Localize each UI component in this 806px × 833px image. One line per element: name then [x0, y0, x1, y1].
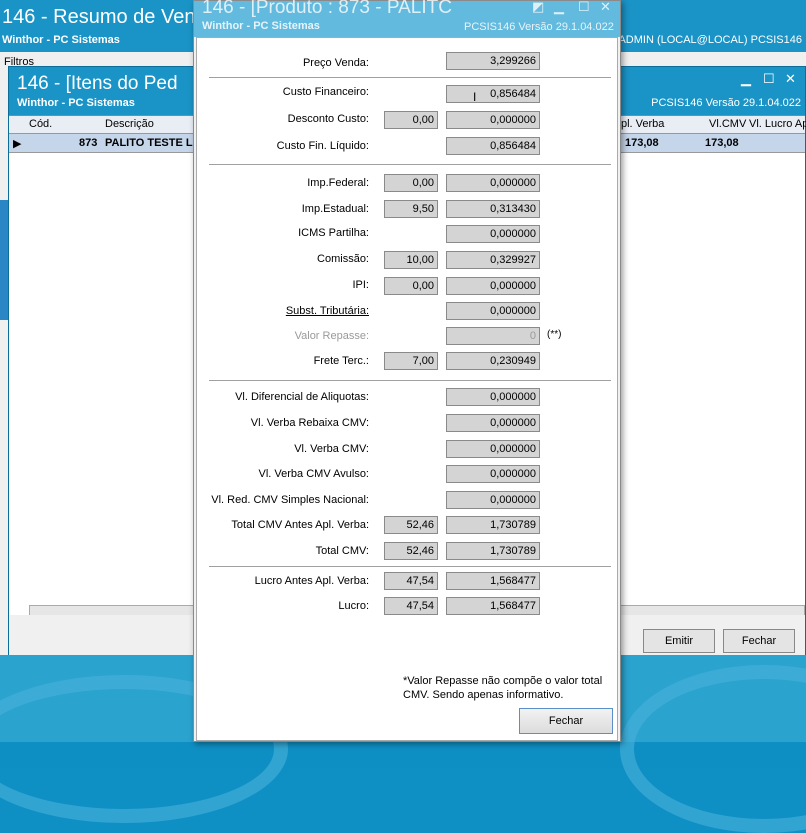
pin-icon[interactable]: ◩ [532, 0, 544, 15]
emitir-button[interactable]: Emitir [643, 629, 715, 653]
imp-estadual-label: Imp.Estadual: [301, 203, 369, 215]
column-header-apl-verba[interactable]: pl. Verba [621, 118, 664, 130]
dialog-version: PCSIS146 Versão 29.1.04.022 [464, 21, 614, 33]
comissao-label: Comissão: [317, 253, 369, 265]
total-cmv-antes-label: Total CMV Antes Apl. Verba: [231, 519, 369, 531]
imp-federal-pct-field: 0,00 [384, 174, 438, 192]
comissao-pct-field: 10,00 [384, 251, 438, 269]
row-indicator-icon: ▶ [13, 138, 22, 150]
icms-partilha-field: 0,000000 [446, 225, 540, 243]
separator [209, 77, 611, 78]
lucro-pct-field: 47,54 [384, 597, 438, 615]
subst-tributaria-field: 0,000000 [446, 302, 540, 320]
separator [209, 164, 611, 165]
vl-verba-cmv-avulso-field: 0,000000 [446, 465, 540, 483]
window-title: 146 - Resumo de Ven [2, 6, 196, 28]
frete-terc-pct-field: 7,00 [384, 352, 438, 370]
minimize-icon[interactable]: ▁ [741, 71, 751, 87]
ipi-label: IPI: [352, 279, 369, 291]
total-cmv-pct-field: 52,46 [384, 542, 438, 560]
lucro-antes-label: Lucro Antes Apl. Verba: [254, 575, 369, 587]
vl-verba-cmv-avulso-label: Vl. Verba CMV Avulso: [258, 468, 369, 480]
vl-red-cmv-label: Vl. Red. CMV Simples Nacional: [211, 494, 369, 506]
valor-repasse-label: Valor Repasse: [294, 330, 369, 342]
produto-dialog: 146 - [Produto : 873 - PALITC Winthor - … [193, 0, 621, 742]
custo-financeiro-label: Custo Financeiro: [282, 86, 369, 98]
window-user-info: ADMIN (LOCAL@LOCAL) PCSIS146 [618, 34, 802, 46]
ipi-pct-field: 0,00 [384, 277, 438, 295]
vl-verba-rebaixa-label: Vl. Verba Rebaixa CMV: [250, 417, 369, 429]
window-title: 146 - [Itens do Ped [17, 73, 178, 94]
row-vl-cmv: 173,08 [705, 137, 739, 149]
vl-dif-aliquotas-field: 0,000000 [446, 388, 540, 406]
column-header-descricao[interactable]: Descrição [105, 118, 154, 130]
custo-fin-liquido-field: 0,856484 [446, 137, 540, 155]
maximize-icon[interactable]: ☐ [578, 0, 590, 15]
vl-red-cmv-field: 0,000000 [446, 491, 540, 509]
repasse-footnote: *Valor Repasse não compõe o valor total … [403, 675, 603, 701]
dialog-title: 146 - [Produto : 873 - PALITC [202, 0, 452, 18]
comissao-field: 0,329927 [446, 251, 540, 269]
vl-verba-cmv-field: 0,000000 [446, 440, 540, 458]
separator [209, 380, 611, 381]
desconto-custo-field: 0,000000 [446, 111, 540, 129]
vl-dif-aliquotas-label: Vl. Diferencial de Aliquotas: [235, 391, 369, 403]
dialog-titlebar[interactable]: 146 - [Produto : 873 - PALITC Winthor - … [194, 0, 620, 37]
window-version: PCSIS146 Versão 29.1.04.022 [651, 97, 801, 109]
column-header-vl-cmv[interactable]: Vl.CMV [709, 118, 746, 130]
fechar-button[interactable]: Fechar [723, 629, 795, 653]
frete-terc-label: Frete Terc.: [313, 355, 369, 367]
imp-federal-field: 0,000000 [446, 174, 540, 192]
valor-repasse-field: 0 [446, 327, 540, 345]
total-cmv-label: Total CMV: [315, 545, 369, 557]
window-subtitle: Winthor - PC Sistemas [2, 34, 120, 46]
vl-verba-rebaixa-field: 0,000000 [446, 414, 540, 432]
imp-federal-label: Imp.Federal: [307, 177, 369, 189]
total-cmv-antes-field: 1,730789 [446, 516, 540, 534]
window-subtitle: Winthor - PC Sistemas [17, 97, 135, 109]
close-icon[interactable]: ✕ [600, 0, 611, 15]
lucro-antes-field: 1,568477 [446, 572, 540, 590]
row-descricao: PALITO TESTE LA [105, 137, 201, 149]
text-cursor-icon: I [473, 90, 477, 104]
row-apl-verba: 173,08 [625, 137, 659, 149]
ipi-field: 0,000000 [446, 277, 540, 295]
icms-partilha-label: ICMS Partilha: [298, 227, 369, 239]
minimize-icon[interactable]: ▁ [554, 0, 564, 15]
total-cmv-antes-pct-field: 52,46 [384, 516, 438, 534]
desconto-custo-pct-field: 0,00 [384, 111, 438, 129]
maximize-icon[interactable]: ☐ [763, 71, 775, 87]
frete-terc-field: 0,230949 [446, 352, 540, 370]
imp-estadual-field: 0,313430 [446, 200, 540, 218]
desconto-custo-label: Desconto Custo: [287, 113, 369, 125]
column-header-cod[interactable]: Cód. [29, 118, 52, 130]
separator [209, 566, 611, 567]
dialog-subtitle: Winthor - PC Sistemas [202, 20, 320, 32]
fechar-button[interactable]: Fechar [519, 708, 613, 734]
lucro-field: 1,568477 [446, 597, 540, 615]
dialog-content: Preço Venda: 3,299266 Custo Financeiro: … [196, 37, 618, 741]
close-icon[interactable]: ✕ [785, 71, 796, 87]
custo-fin-liquido-label: Custo Fin. Líquido: [276, 140, 369, 152]
preco-venda-label: Preço Venda: [302, 57, 369, 69]
lucro-antes-pct-field: 47,54 [384, 572, 438, 590]
custo-financeiro-field: 0,856484 [446, 85, 540, 103]
subst-tributaria-link[interactable]: Subst. Tributária: [199, 305, 369, 317]
row-cod: 873 [79, 137, 98, 149]
imp-estadual-pct-field: 9,50 [384, 200, 438, 218]
column-header-vl-lucro[interactable]: Vl. Lucro Ap [749, 118, 806, 130]
lucro-label: Lucro: [338, 600, 369, 612]
vl-verba-cmv-label: Vl. Verba CMV: [294, 443, 369, 455]
repasse-note-marker: (**) [547, 329, 562, 340]
preco-venda-field: 3,299266 [446, 52, 540, 70]
total-cmv-field: 1,730789 [446, 542, 540, 560]
